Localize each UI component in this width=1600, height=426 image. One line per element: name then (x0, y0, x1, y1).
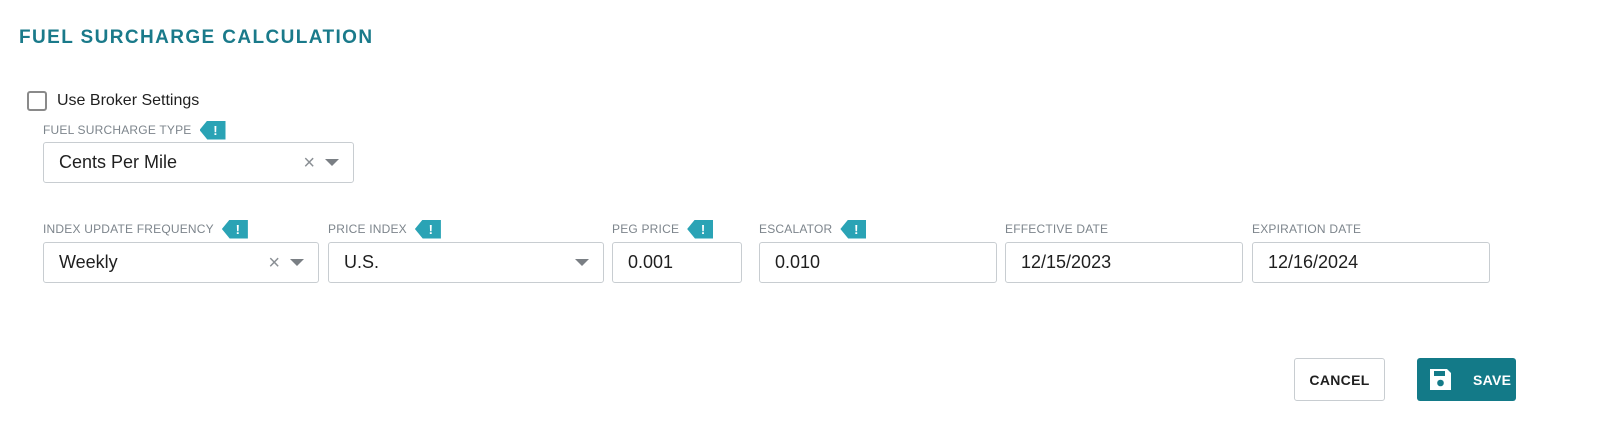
fuel-surcharge-type-value: Cents Per Mile (59, 152, 178, 172)
price-index-value: U.S. (344, 252, 380, 272)
expiration-date-input[interactable]: 12/16/2024 (1252, 242, 1490, 283)
info-flag-icon[interactable]: ! (199, 120, 226, 140)
peg-price-input[interactable]: 0.001 (612, 242, 742, 283)
caret-down-icon[interactable] (290, 259, 304, 266)
info-flag-icon[interactable]: ! (414, 219, 441, 239)
index-update-frequency-label: INDEX UPDATE FREQUENCY ! (43, 219, 248, 239)
use-broker-settings-label[interactable]: Use Broker Settings (57, 92, 199, 110)
info-flag-icon[interactable]: ! (840, 219, 867, 239)
floppy-disk-icon (1428, 367, 1453, 392)
caret-down-icon[interactable] (575, 259, 589, 266)
fuel-surcharge-type-select[interactable]: Cents Per Mile × (43, 142, 354, 183)
expiration-date-label-text: EXPIRATION DATE (1252, 222, 1362, 236)
peg-price-value: 0.001 (628, 252, 674, 272)
save-button[interactable]: SAVE (1417, 358, 1516, 401)
effective-date-label-text: EFFECTIVE DATE (1005, 222, 1109, 236)
use-broker-settings-checkbox[interactable] (27, 91, 47, 111)
escalator-value: 0.010 (775, 252, 821, 272)
effective-date-label: EFFECTIVE DATE (1005, 219, 1108, 239)
caret-down-icon[interactable] (325, 159, 339, 166)
price-index-label: PRICE INDEX ! (328, 219, 441, 239)
fuel-surcharge-form: FUEL SURCHARGE CALCULATION Use Broker Se… (0, 0, 1600, 426)
peg-price-label: PEG PRICE ! (612, 219, 714, 239)
expiration-date-label: EXPIRATION DATE (1252, 219, 1361, 239)
info-flag-icon[interactable]: ! (687, 219, 714, 239)
effective-date-input[interactable]: 12/15/2023 (1005, 242, 1243, 283)
clear-x-icon[interactable]: × (268, 253, 280, 273)
info-flag-icon[interactable]: ! (221, 219, 248, 239)
price-index-label-text: PRICE INDEX (328, 222, 407, 236)
index-update-frequency-value: Weekly (59, 252, 118, 272)
section-title: FUEL SURCHARGE CALCULATION (19, 27, 374, 48)
escalator-input[interactable]: 0.010 (759, 242, 997, 283)
fuel-surcharge-type-label-text: FUEL SURCHARGE TYPE (43, 123, 192, 137)
fuel-surcharge-type-label: FUEL SURCHARGE TYPE ! (43, 120, 226, 140)
index-update-frequency-label-text: INDEX UPDATE FREQUENCY (43, 222, 214, 236)
clear-x-icon[interactable]: × (303, 153, 315, 173)
price-index-select[interactable]: U.S. (328, 242, 604, 283)
cancel-button[interactable]: CANCEL (1294, 358, 1385, 401)
save-button-label: SAVE (1473, 371, 1512, 388)
effective-date-value: 12/15/2023 (1021, 252, 1112, 272)
escalator-label: ESCALATOR ! (759, 219, 867, 239)
use-broker-settings-row[interactable]: Use Broker Settings (27, 91, 199, 111)
peg-price-label-text: PEG PRICE (612, 222, 680, 236)
index-update-frequency-select[interactable]: Weekly × (43, 242, 319, 283)
expiration-date-value: 12/16/2024 (1268, 252, 1359, 272)
escalator-label-text: ESCALATOR (759, 222, 833, 236)
